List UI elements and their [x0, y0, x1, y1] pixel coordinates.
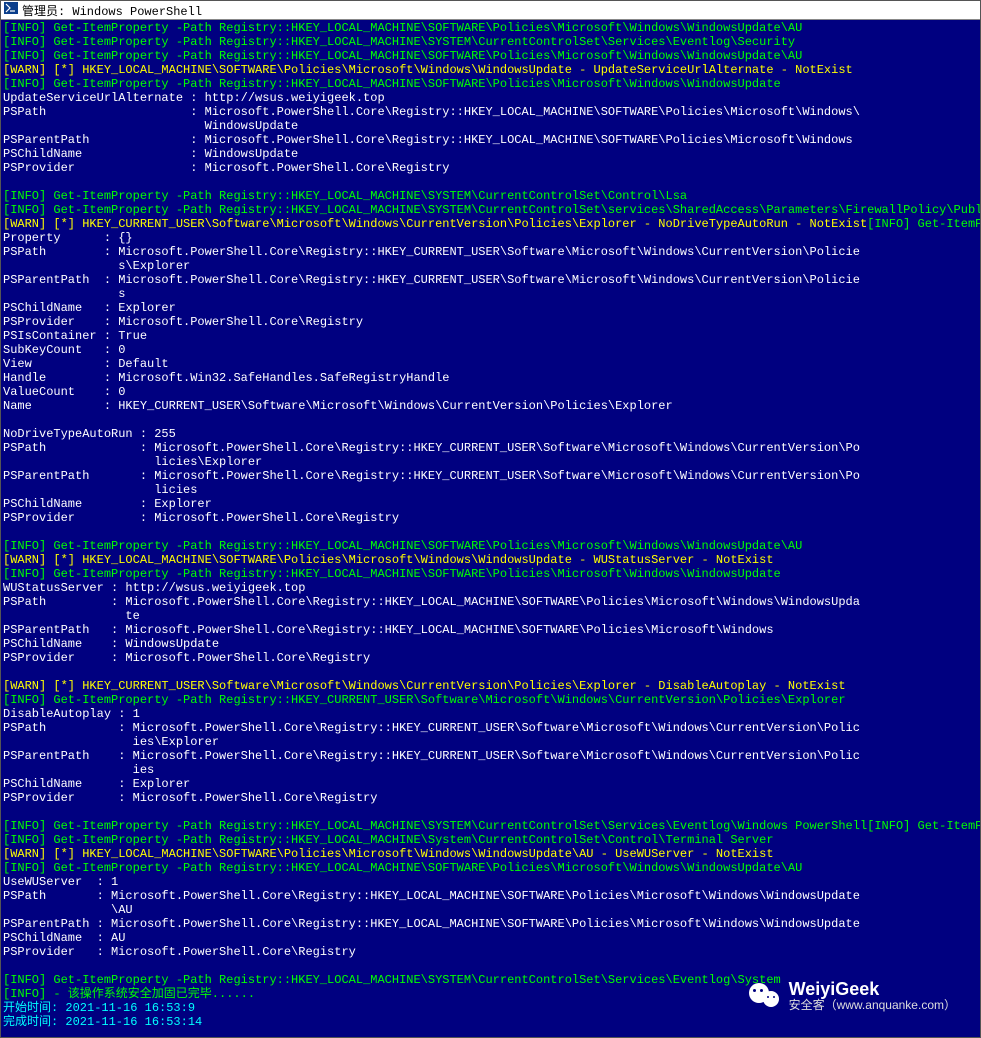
powershell-window: 管理员: Windows PowerShell [INFO] Get-ItemP… — [0, 0, 981, 1038]
terminal-output[interactable]: [INFO] Get-ItemProperty -Path Registry::… — [1, 20, 980, 1037]
watermark-title: WeiyiGeek — [789, 980, 956, 1000]
powershell-icon — [4, 1, 22, 19]
wechat-icon — [749, 979, 783, 1013]
window-title: 管理员: Windows PowerShell — [22, 2, 202, 19]
title-bar[interactable]: 管理员: Windows PowerShell — [1, 1, 980, 20]
watermark-subtitle: 安全客（www.anquanke.com） — [789, 999, 956, 1012]
watermark: WeiyiGeek 安全客（www.anquanke.com） — [749, 979, 956, 1013]
